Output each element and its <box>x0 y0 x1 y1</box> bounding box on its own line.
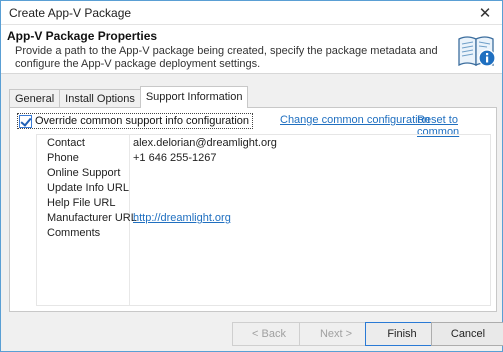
tab-support-information[interactable]: Support Information <box>139 86 249 108</box>
wizard-header: App-V Package Properties Provide a path … <box>1 25 502 73</box>
change-common-configuration-link[interactable]: Change common configuration <box>280 114 430 126</box>
help-file-url-label: Help File URL <box>47 197 116 209</box>
support-properties-grid: Contact alex.delorian@dreamlight.org Pho… <box>36 134 491 306</box>
phone-row[interactable]: Phone +1 646 255-1267 <box>37 151 490 166</box>
dialog-window: Create App-V Package ✕ App-V Package Pro… <box>0 0 503 352</box>
page-title: App-V Package Properties <box>7 29 158 43</box>
wizard-footer: < Back Next > Finish Cancel <box>1 319 503 351</box>
manufacturer-url-row[interactable]: Manufacturer URL http://dreamlight.org <box>37 211 490 226</box>
contact-row[interactable]: Contact alex.delorian@dreamlight.org <box>37 136 490 151</box>
manufacturer-url-label: Manufacturer URL <box>47 212 137 224</box>
comments-row[interactable]: Comments <box>37 226 490 241</box>
phone-value[interactable]: +1 646 255-1267 <box>133 152 217 164</box>
manufacturer-url-link[interactable]: http://dreamlight.org <box>133 212 231 224</box>
wizard-body: General Install Options Support Informat… <box>1 73 502 319</box>
update-info-url-label: Update Info URL <box>47 182 129 194</box>
finish-button[interactable]: Finish <box>365 322 439 346</box>
override-focus-box[interactable]: Override common support info configurati… <box>17 113 253 129</box>
override-checkbox[interactable] <box>19 114 32 128</box>
override-option[interactable]: Override common support info configurati… <box>17 113 253 129</box>
window-title: Create App-V Package <box>9 6 132 20</box>
online-support-row[interactable]: Online Support <box>37 166 490 181</box>
help-file-url-row[interactable]: Help File URL <box>37 196 490 211</box>
title-bar: Create App-V Package ✕ <box>1 1 502 25</box>
close-icon[interactable]: ✕ <box>468 1 502 25</box>
contact-label: Contact <box>47 137 85 149</box>
next-button[interactable]: Next > <box>299 322 373 346</box>
online-support-label: Online Support <box>47 167 121 179</box>
page-description: Provide a path to the App-V package bein… <box>15 45 438 70</box>
tab-install-options[interactable]: Install Options <box>59 89 141 108</box>
back-button[interactable]: < Back <box>232 322 306 346</box>
update-info-url-row[interactable]: Update Info URL <box>37 181 490 196</box>
book-info-icon <box>458 36 496 67</box>
contact-value[interactable]: alex.delorian@dreamlight.org <box>133 137 277 149</box>
tab-general[interactable]: General <box>9 89 61 108</box>
cancel-button[interactable]: Cancel <box>431 322 503 346</box>
tab-strip: General Install Options Support Informat… <box>9 86 249 108</box>
comments-label: Comments <box>47 227 101 239</box>
phone-label: Phone <box>47 152 79 164</box>
override-label[interactable]: Override common support info configurati… <box>35 115 249 127</box>
support-info-panel: Override common support info configurati… <box>9 107 497 312</box>
